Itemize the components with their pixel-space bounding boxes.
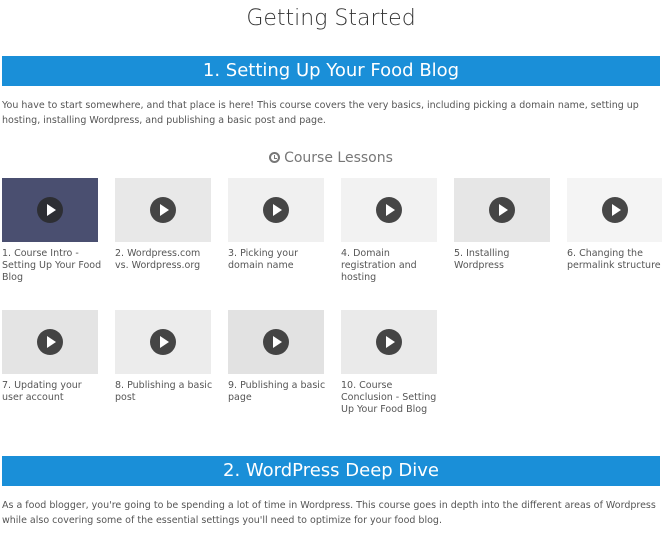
- course-lessons-label: Course Lessons: [284, 150, 393, 166]
- play-icon[interactable]: [263, 329, 289, 355]
- section-banner-1: 1. Setting Up Your Food Blog: [2, 56, 660, 86]
- lesson-card[interactable]: 3. Picking your domain name: [228, 178, 328, 272]
- play-icon[interactable]: [263, 197, 289, 223]
- lesson-thumbnail[interactable]: [567, 178, 662, 242]
- lesson-title[interactable]: 8. Publishing a basic post: [115, 380, 215, 404]
- lesson-title[interactable]: 1. Course Intro - Setting Up Your Food B…: [2, 248, 102, 284]
- lesson-card[interactable]: 4. Domain registration and hosting: [341, 178, 441, 284]
- lesson-title[interactable]: 9. Publishing a basic page: [228, 380, 328, 404]
- lesson-thumbnail[interactable]: [2, 178, 98, 242]
- lesson-thumbnail[interactable]: [454, 178, 550, 242]
- lesson-thumbnail[interactable]: [2, 310, 98, 374]
- lesson-title[interactable]: 10. Course Conclusion - Setting Up Your …: [341, 380, 441, 416]
- play-icon[interactable]: [150, 197, 176, 223]
- lesson-card[interactable]: 8. Publishing a basic post: [115, 310, 215, 404]
- section-description-2: As a food blogger, you're going to be sp…: [2, 500, 656, 526]
- section-description-1: You have to start somewhere, and that pl…: [2, 100, 639, 126]
- play-icon[interactable]: [150, 329, 176, 355]
- play-icon[interactable]: [602, 197, 628, 223]
- lesson-card[interactable]: 6. Changing the permalink structure: [567, 178, 662, 272]
- lesson-card[interactable]: 9. Publishing a basic page: [228, 310, 328, 404]
- section-banner-2: 2. WordPress Deep Dive: [2, 456, 660, 486]
- play-icon[interactable]: [37, 197, 63, 223]
- lesson-thumbnail[interactable]: [115, 310, 211, 374]
- lesson-card[interactable]: 1. Course Intro - Setting Up Your Food B…: [2, 178, 102, 284]
- lesson-thumbnail[interactable]: [228, 310, 324, 374]
- lesson-thumbnail[interactable]: [341, 310, 437, 374]
- page-title: Getting Started: [246, 6, 416, 31]
- lesson-thumbnail[interactable]: [341, 178, 437, 242]
- lesson-title[interactable]: 6. Changing the permalink structure: [567, 248, 662, 272]
- clock-icon: [269, 152, 281, 163]
- play-icon[interactable]: [376, 329, 402, 355]
- play-icon[interactable]: [489, 197, 515, 223]
- lesson-card[interactable]: 10. Course Conclusion - Setting Up Your …: [341, 310, 441, 416]
- lesson-title[interactable]: 7. Updating your user account: [2, 380, 102, 404]
- lesson-title[interactable]: 2. Wordpress.com vs. Wordpress.org: [115, 248, 215, 272]
- lesson-thumbnail[interactable]: [115, 178, 211, 242]
- lesson-card[interactable]: 7. Updating your user account: [2, 310, 102, 404]
- play-icon[interactable]: [37, 329, 63, 355]
- lesson-card[interactable]: 5. Installing Wordpress: [454, 178, 554, 272]
- lesson-title[interactable]: 4. Domain registration and hosting: [341, 248, 441, 284]
- lesson-card[interactable]: 2. Wordpress.com vs. Wordpress.org: [115, 178, 215, 272]
- course-lessons-heading: Course Lessons: [0, 150, 662, 166]
- lesson-thumbnail[interactable]: [228, 178, 324, 242]
- lesson-title[interactable]: 3. Picking your domain name: [228, 248, 328, 272]
- play-icon[interactable]: [376, 197, 402, 223]
- lesson-title[interactable]: 5. Installing Wordpress: [454, 248, 554, 272]
